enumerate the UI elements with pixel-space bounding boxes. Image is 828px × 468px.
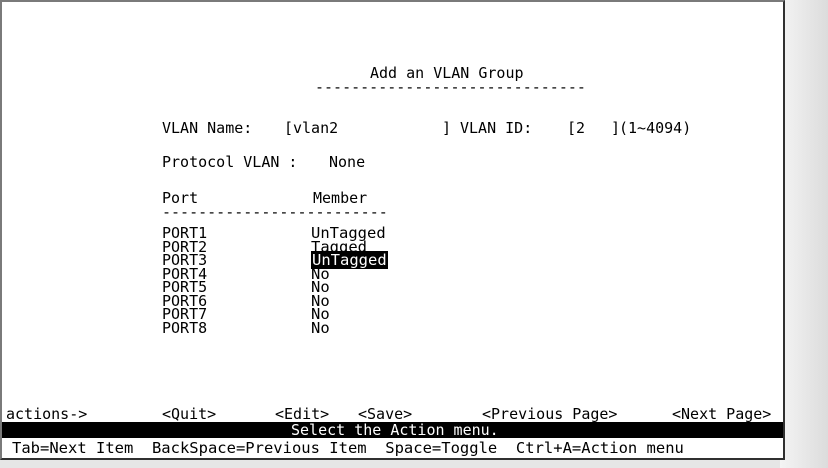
vlan-name-close-bracket: ] [442, 119, 452, 137]
protocol-vlan-label: Protocol VLAN : [162, 153, 298, 171]
keyboard-help-line: Tab=Next Item BackSpace=Previous Item Sp… [12, 439, 684, 457]
status-message: Select the Action menu. [291, 421, 499, 439]
vlan-id-range-hint: (1~4094) [619, 119, 692, 137]
status-bar: Select the Action menu. [2, 422, 783, 438]
vlan-id-field[interactable]: 2 [576, 120, 585, 136]
previous-page-button[interactable]: <Previous Page> [482, 406, 617, 422]
vlan-name-open-bracket: [ [284, 119, 294, 137]
next-page-button[interactable]: <Next Page> [672, 406, 771, 422]
save-button[interactable]: <Save> [358, 406, 412, 422]
port-list: PORT1 PORT2 PORT3 PORT4 PORT5 PORT6 PORT… [162, 226, 208, 337]
actions-label: actions-> [6, 405, 88, 423]
vlan-id-label: VLAN ID: [460, 119, 533, 137]
port-name: PORT8 [162, 318, 208, 337]
terminal-screen: Add an VLAN Group ----------------------… [0, 0, 785, 460]
member-toggle[interactable]: No [311, 318, 388, 337]
quit-button[interactable]: <Quit> [162, 406, 216, 422]
member-list: UnTagged Tagged UnTagged No No No No No [311, 225, 388, 337]
table-header-rule: ------------------------- [162, 203, 388, 221]
protocol-vlan-value[interactable]: None [329, 154, 365, 170]
vlan-id-open-bracket: [ [567, 119, 577, 137]
title-underline: ------------------------------ [315, 78, 586, 96]
vlan-name-label: VLAN Name: [162, 119, 253, 137]
vlan-name-field[interactable]: vlan2 [293, 120, 338, 136]
member-value: No [311, 318, 330, 337]
window-backdrop [780, 0, 828, 468]
edit-button[interactable]: <Edit> [275, 406, 329, 422]
